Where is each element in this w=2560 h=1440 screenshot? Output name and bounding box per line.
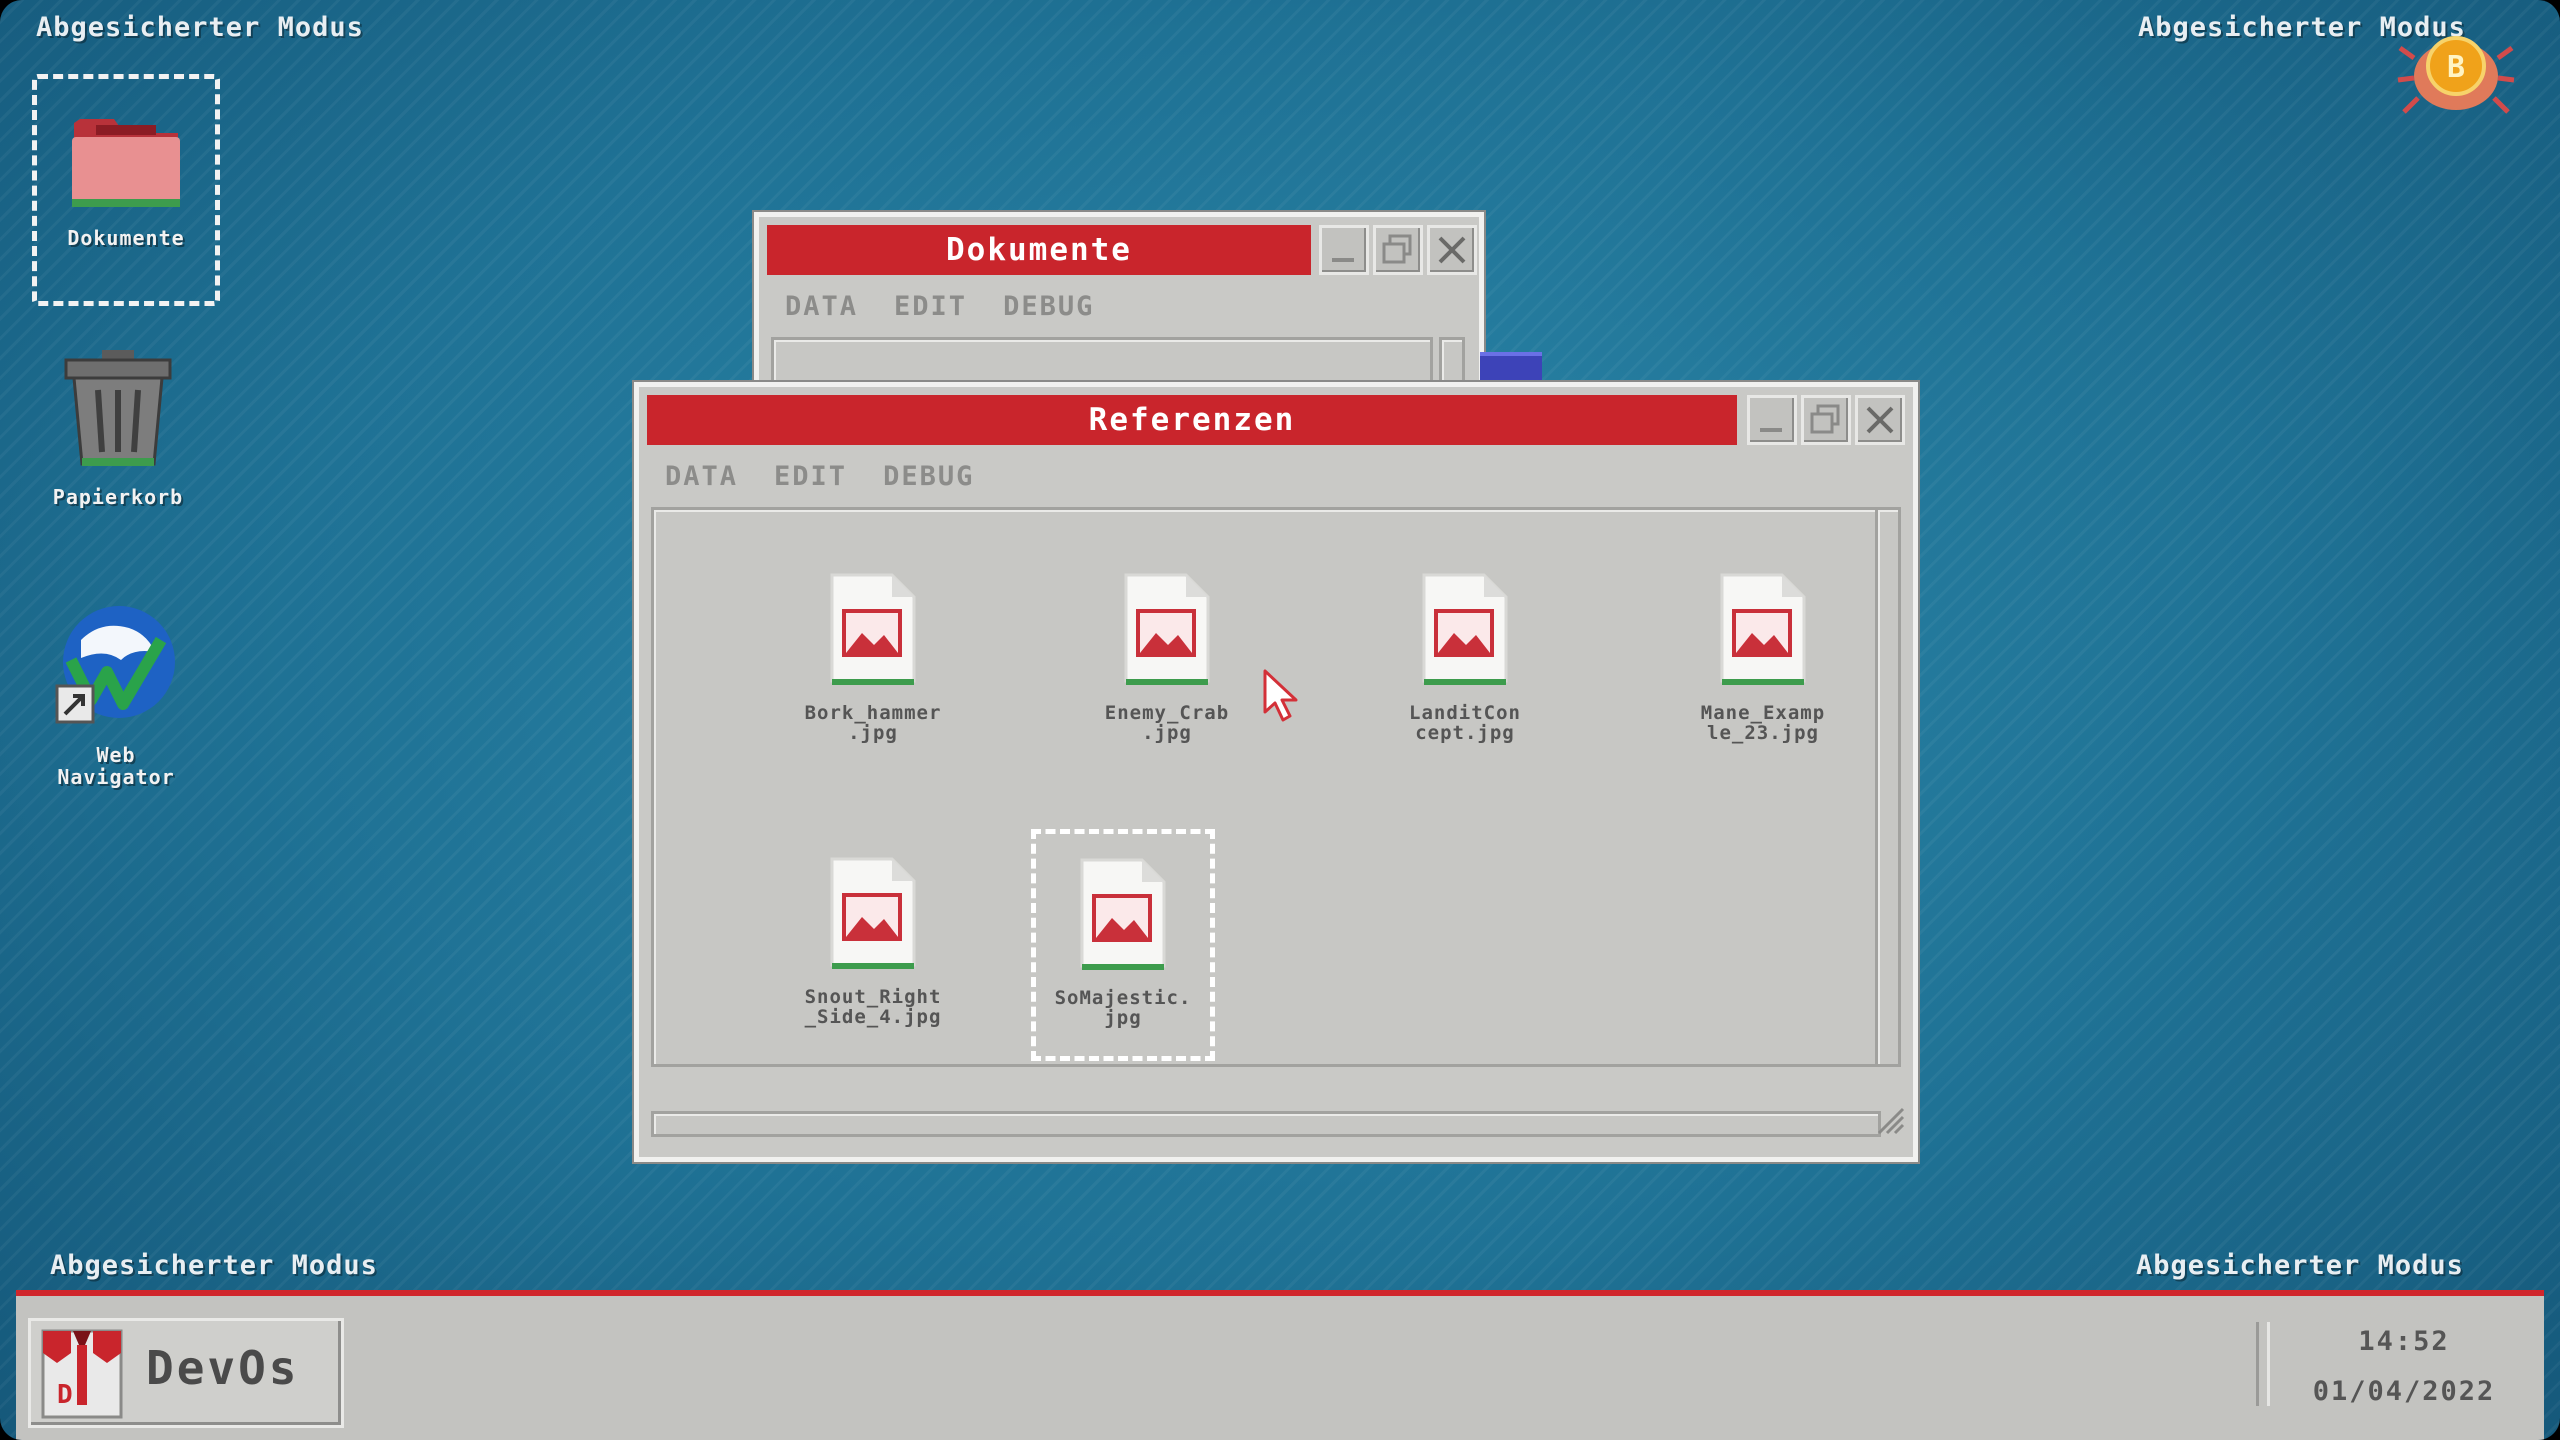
taskbar-separator (2256, 1322, 2270, 1406)
image-file-icon (1720, 573, 1806, 685)
close-icon (1438, 236, 1466, 264)
file-name: SoMajestic. jpg (1054, 987, 1192, 1029)
window-title[interactable]: Dokumente (767, 225, 1311, 275)
file-item[interactable]: Snout_Right _Side_4.jpg (753, 855, 993, 1027)
folder-icon (72, 119, 180, 207)
close-button[interactable] (1427, 225, 1477, 275)
file-item[interactable]: LanditCon cept.jpg (1345, 571, 1585, 743)
desktop: Abgesicherter Modus Abgesicherter Modus … (0, 0, 2560, 1440)
menu-bar: DATA EDIT DEBUG (785, 291, 1130, 322)
image-file-icon (1124, 573, 1210, 685)
window-dokumente[interactable]: Dokumente DATA EDIT DEBUG (754, 212, 1484, 423)
image-file-icon (1422, 573, 1508, 685)
minimize-icon (1760, 428, 1782, 432)
file-name: Bork_hammer .jpg (804, 702, 942, 744)
globe-icon (55, 606, 175, 724)
safe-mode-label-bottom-left: Abgesicherter Modus (50, 1250, 378, 1281)
svg-text:D: D (57, 1380, 73, 1410)
bug-badge-icon[interactable]: B (2396, 28, 2516, 118)
devos-logo-icon: D (41, 1329, 123, 1419)
file-item[interactable]: Enemy_Crab .jpg (1047, 571, 1287, 743)
close-button[interactable] (1855, 395, 1905, 445)
maximize-button[interactable] (1373, 225, 1423, 275)
file-item-selected[interactable]: SoMajestic. jpg (1031, 829, 1215, 1061)
resize-handle-icon[interactable] (1875, 1105, 1905, 1135)
image-file-icon (830, 573, 916, 685)
horizontal-scrollbar[interactable] (651, 1111, 1881, 1137)
menu-debug[interactable]: DEBUG (883, 461, 974, 492)
restore-icon (1810, 404, 1840, 434)
maximize-button[interactable] (1801, 395, 1851, 445)
brand-label: DevOs (146, 1341, 300, 1395)
menu-bar: DATA EDIT DEBUG (665, 461, 1010, 492)
svg-text:B: B (2447, 50, 2465, 85)
desktop-icon-web-navigator[interactable]: Web Navigator (16, 600, 216, 788)
restore-icon (1382, 234, 1412, 264)
close-icon (1866, 406, 1894, 434)
minimize-button[interactable] (1319, 225, 1369, 275)
safe-mode-label-bottom-right: Abgesicherter Modus (2136, 1250, 2464, 1281)
file-name: Mane_Examp le_23.jpg (1700, 702, 1826, 744)
menu-data[interactable]: DATA (785, 291, 858, 322)
file-name: Snout_Right _Side_4.jpg (804, 986, 942, 1028)
desktop-icon-dokumente[interactable]: Dokumente (32, 74, 220, 306)
file-item[interactable]: Mane_Examp le_23.jpg (1643, 571, 1883, 743)
file-name: LanditCon cept.jpg (1409, 702, 1521, 744)
desktop-icon-papierkorb[interactable]: Papierkorb (18, 346, 218, 508)
menu-edit[interactable]: EDIT (894, 291, 967, 322)
menu-edit[interactable]: EDIT (774, 461, 847, 492)
image-file-icon (1080, 858, 1166, 970)
file-name: Enemy_Crab .jpg (1104, 702, 1230, 744)
menu-data[interactable]: DATA (665, 461, 738, 492)
trash-icon (64, 350, 172, 466)
mouse-cursor-icon (1262, 668, 1302, 724)
start-button[interactable]: D DevOs (28, 1318, 344, 1428)
menu-debug[interactable]: DEBUG (1003, 291, 1094, 322)
desktop-icon-label: Web Navigator (57, 743, 175, 789)
clock-date: 01/04/2022 (2312, 1376, 2496, 1407)
minimize-button[interactable] (1747, 395, 1797, 445)
desktop-icon-label: Papierkorb (52, 485, 184, 509)
desktop-icon-label: Dokumente (67, 226, 185, 250)
image-file-icon (830, 857, 916, 969)
minimize-icon (1332, 258, 1354, 262)
clock-time: 14:52 (2358, 1326, 2450, 1357)
file-item[interactable]: Bork_hammer .jpg (753, 571, 993, 743)
window-referenzen[interactable]: Referenzen DATA EDIT DEBUG Bork_hammer .jp… (634, 382, 1918, 1162)
safe-mode-label-top-left: Abgesicherter Modus (36, 12, 364, 43)
window-title[interactable]: Referenzen (647, 395, 1737, 445)
taskbar: D DevOs 14:52 01/04/2022 (16, 1290, 2544, 1440)
